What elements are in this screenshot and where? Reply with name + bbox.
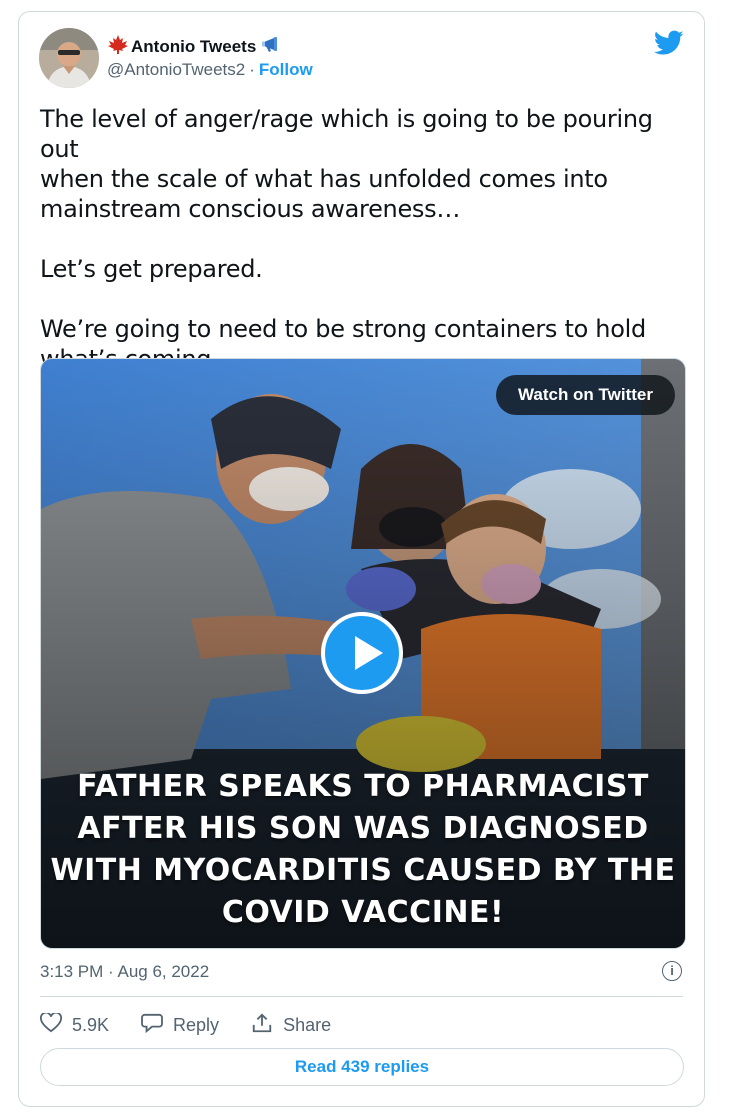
tweet-card: Antonio Tweets @AntonioTweets2 · Follow Th… bbox=[18, 11, 705, 1107]
share-button[interactable]: Share bbox=[251, 1012, 331, 1039]
author-name-row[interactable]: Antonio Tweets bbox=[107, 34, 285, 59]
info-icon[interactable]: i bbox=[662, 961, 682, 981]
author-handle-row: @AntonioTweets2 · Follow bbox=[107, 60, 313, 80]
tweet-paragraph: Let’s get prepared. bbox=[40, 255, 263, 283]
watch-on-twitter-button[interactable]: Watch on Twitter bbox=[495, 375, 675, 415]
separator-dot: · bbox=[249, 60, 255, 79]
author-handle[interactable]: @AntonioTweets2 bbox=[107, 60, 245, 79]
caption-line: FATHER SPEAKS TO PHARMACIST bbox=[77, 769, 649, 804]
share-icon bbox=[251, 1012, 273, 1039]
divider bbox=[40, 996, 683, 997]
share-label: Share bbox=[283, 1015, 332, 1035]
video-caption: FATHER SPEAKS TO PHARMACIST AFTER HIS SO… bbox=[41, 766, 685, 934]
caption-line: WITH MYOCARDITIS CAUSED BY THE bbox=[50, 853, 676, 888]
twitter-bird-icon[interactable] bbox=[653, 30, 684, 56]
tweet-timestamp[interactable]: 3:13 PM · Aug 6, 2022 bbox=[40, 962, 209, 982]
caption-line: AFTER HIS SON WAS DIAGNOSED bbox=[77, 811, 649, 846]
caption-line: COVID VACCINE! bbox=[221, 895, 505, 930]
like-button[interactable]: 5.9K bbox=[40, 1011, 110, 1038]
reply-label: Reply bbox=[173, 1015, 220, 1035]
maple-leaf-icon bbox=[107, 34, 129, 59]
author-display-name[interactable]: Antonio Tweets bbox=[131, 37, 256, 57]
like-count: 5.9K bbox=[72, 1015, 110, 1035]
heart-icon bbox=[40, 1011, 62, 1038]
video-thumbnail[interactable]: Watch on Twitter FATHER SPEAKS TO PHARMA… bbox=[40, 358, 686, 949]
reply-button[interactable]: Reply bbox=[141, 1013, 219, 1038]
read-replies-button[interactable]: Read 439 replies bbox=[40, 1048, 684, 1086]
action-bar: 5.9K Reply Share bbox=[40, 1011, 363, 1039]
play-icon[interactable] bbox=[321, 612, 403, 694]
follow-button[interactable]: Follow bbox=[259, 60, 313, 79]
avatar[interactable] bbox=[39, 28, 99, 88]
tweet-paragraph: The level of anger/rage which is going t… bbox=[40, 105, 653, 223]
reply-bubble-icon bbox=[141, 1013, 163, 1038]
megaphone-icon bbox=[258, 34, 285, 59]
